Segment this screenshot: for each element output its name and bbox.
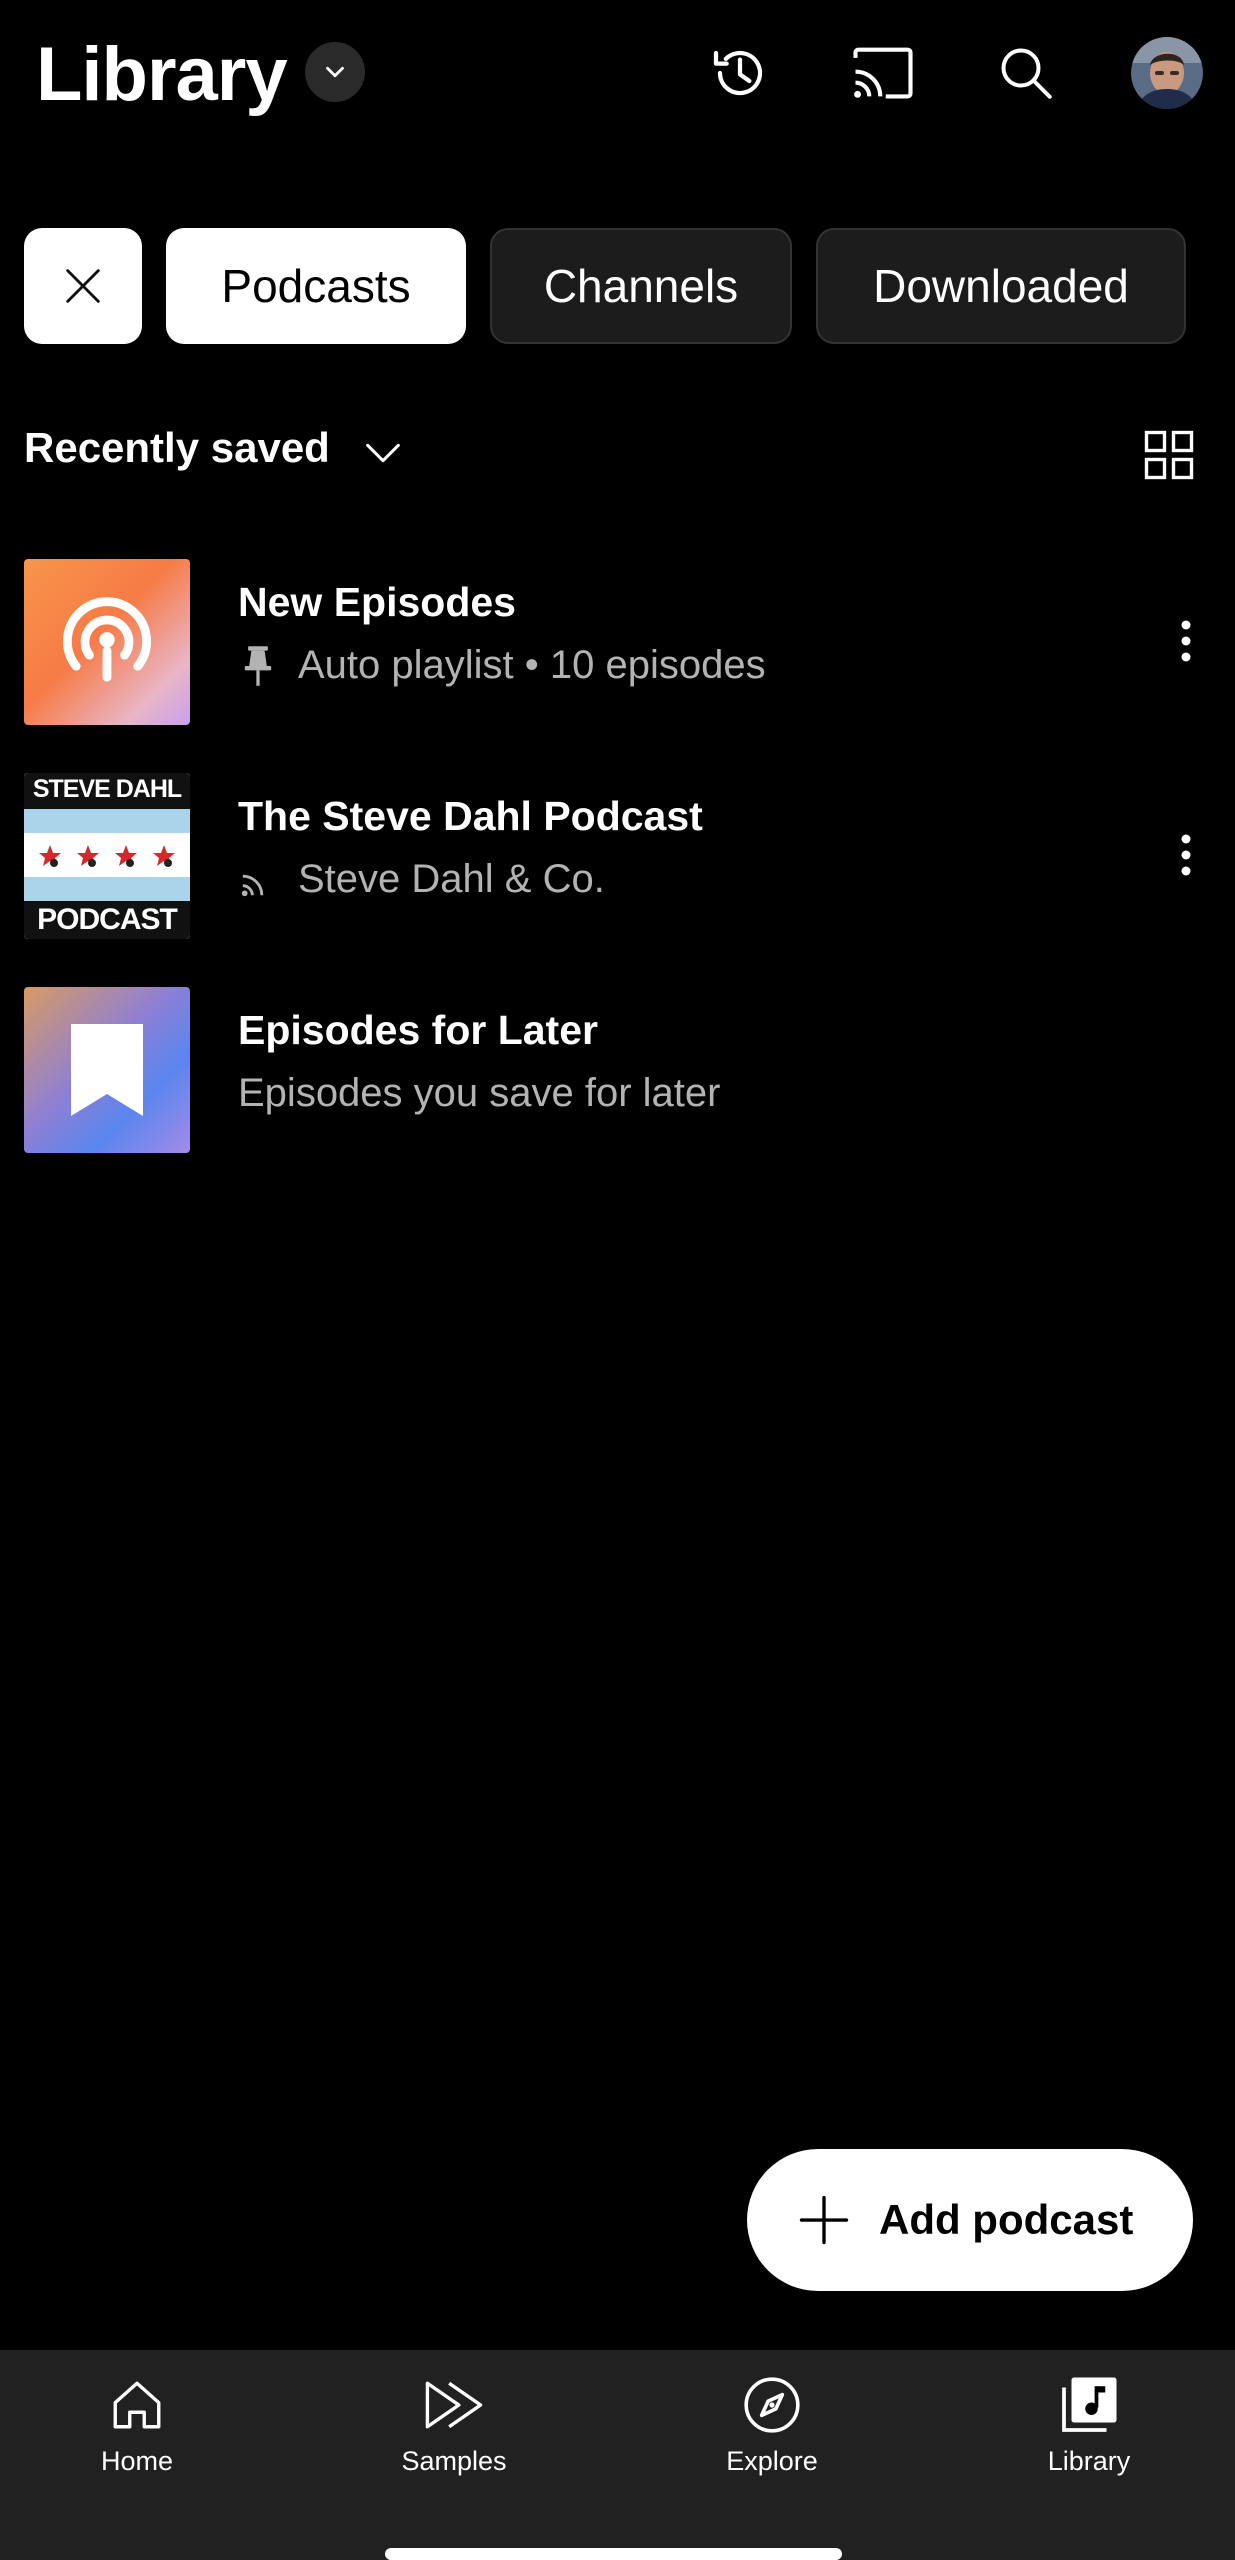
sort-dropdown-label[interactable]: Recently saved xyxy=(24,424,330,472)
history-icon[interactable] xyxy=(704,37,776,109)
nav-label: Home xyxy=(100,2446,174,2476)
list-item[interactable]: New Episodes Auto playlist • 10 episodes xyxy=(0,559,1235,729)
nav-samples[interactable]: Samples xyxy=(344,2370,564,2520)
podcast-feed-icon xyxy=(238,858,278,902)
page-title: Library xyxy=(36,32,288,117)
nav-label: Explore xyxy=(726,2446,818,2476)
item-title: Episodes for Later xyxy=(238,1007,598,1053)
chevron-down-icon[interactable] xyxy=(305,42,365,102)
artwork-text: PODCAST xyxy=(37,903,178,936)
item-subtitle-text: Steve Dahl & Co. xyxy=(298,857,605,901)
search-icon[interactable] xyxy=(990,37,1062,109)
list-item[interactable]: STEVE DAHL PODCAST The Steve Dahl Podcas… xyxy=(0,773,1235,943)
item-subtitle: Auto playlist • 10 episodes xyxy=(238,643,766,688)
chevron-down-icon[interactable] xyxy=(360,430,406,476)
home-icon xyxy=(102,2370,172,2440)
list-item[interactable]: Episodes for Later Episodes you save for… xyxy=(0,987,1235,1157)
top-app-bar: Library xyxy=(0,0,1235,150)
close-icon xyxy=(66,269,100,303)
avatar[interactable] xyxy=(1131,37,1203,109)
filter-chips: Podcasts Channels Downloaded xyxy=(0,228,1235,346)
chip-channels[interactable]: Channels xyxy=(490,228,792,344)
nav-home[interactable]: Home xyxy=(27,2370,247,2520)
clear-filter-button[interactable] xyxy=(24,228,142,344)
sort-row: Recently saved xyxy=(0,410,1235,490)
nav-label: Library xyxy=(1047,2446,1131,2476)
episodes-for-later-artwork xyxy=(24,987,190,1153)
pin-icon xyxy=(238,644,278,688)
grid-view-icon[interactable] xyxy=(1142,428,1196,482)
podcast-icon xyxy=(63,597,151,682)
plus-icon xyxy=(797,2193,851,2247)
samples-icon xyxy=(419,2370,489,2440)
nav-explore[interactable]: Explore xyxy=(662,2370,882,2520)
steve-dahl-artwork: STEVE DAHL PODCAST xyxy=(24,773,190,939)
more-vert-icon[interactable] xyxy=(1166,813,1206,897)
new-episodes-artwork xyxy=(24,559,190,725)
bottom-navigation: Home Samples Explore Library xyxy=(0,2350,1235,2560)
item-subtitle: Episodes you save for later xyxy=(238,1071,720,1116)
nav-label: Samples xyxy=(401,2446,507,2476)
chip-podcasts[interactable]: Podcasts xyxy=(166,228,466,344)
home-indicator xyxy=(385,2548,842,2560)
item-subtitle-text: Auto playlist • 10 episodes xyxy=(298,643,766,687)
cast-icon[interactable] xyxy=(847,37,919,109)
library-icon xyxy=(1054,2370,1124,2440)
add-podcast-label: Add podcast xyxy=(879,2196,1134,2243)
chip-downloaded[interactable]: Downloaded xyxy=(816,228,1186,344)
item-title: New Episodes xyxy=(238,579,516,625)
nav-library[interactable]: Library xyxy=(979,2370,1199,2520)
more-vert-icon[interactable] xyxy=(1166,599,1206,683)
add-podcast-button[interactable]: Add podcast xyxy=(747,2149,1193,2291)
item-title: The Steve Dahl Podcast xyxy=(238,793,703,839)
item-subtitle-text: Episodes you save for later xyxy=(238,1071,721,1115)
artwork-text: STEVE DAHL xyxy=(32,775,182,803)
bookmark-icon xyxy=(71,1024,143,1116)
item-subtitle: Steve Dahl & Co. xyxy=(238,857,605,902)
explore-icon xyxy=(737,2370,807,2440)
